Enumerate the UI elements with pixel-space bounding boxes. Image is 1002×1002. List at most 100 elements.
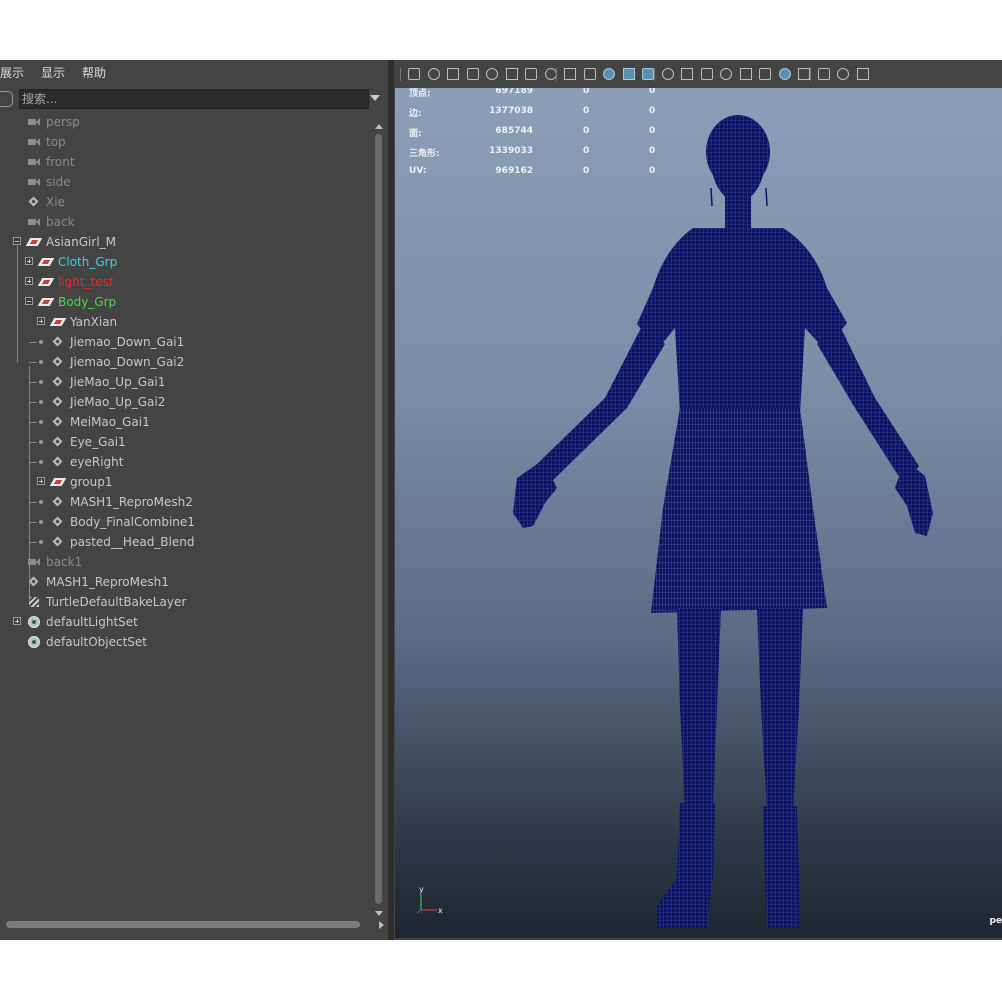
wireframe-icon[interactable] (603, 68, 615, 80)
tree-connector-line (29, 502, 37, 503)
outliner-item[interactable]: YanXian (0, 312, 370, 332)
layout-icon[interactable] (837, 68, 849, 80)
outliner-item[interactable]: side (0, 172, 370, 192)
set-icon (28, 616, 40, 628)
outliner-item-label: light_test (58, 275, 114, 289)
grid-icon[interactable] (486, 68, 498, 80)
outliner-item[interactable]: back (0, 212, 370, 232)
outliner-item-label: MASH1_ReproMesh2 (70, 495, 193, 509)
expand-icon[interactable] (25, 277, 33, 285)
outliner-item-label: Jiemao_Down_Gai2 (70, 355, 185, 369)
outliner-item[interactable]: Cloth_Grp (0, 252, 370, 272)
horizontal-scrollbar-thumb[interactable] (6, 921, 360, 928)
outliner-item[interactable]: persp (0, 112, 370, 132)
outliner-item-label: pasted__Head_Blend (70, 535, 195, 549)
outliner-item[interactable]: Body_Grp (0, 292, 370, 312)
tree-connector-line (29, 382, 37, 383)
lights-icon[interactable] (681, 68, 693, 80)
model-earring-left (710, 187, 713, 207)
expand-icon[interactable] (37, 317, 45, 325)
axis-x-label: x (438, 906, 443, 915)
scroll-up-arrow-icon[interactable] (375, 124, 383, 129)
outliner-item[interactable]: MeiMao_Gai1 (0, 412, 370, 432)
outliner-item[interactable]: Body_FinalCombine1 (0, 512, 370, 532)
outliner-item[interactable]: back1 (0, 552, 370, 572)
mesh-icon (52, 456, 64, 468)
mesh-icon (52, 516, 64, 528)
camera-icon[interactable] (408, 68, 420, 80)
outliner-item[interactable]: Jiemao_Down_Gai2 (0, 352, 370, 372)
outliner-item[interactable]: defaultLightSet (0, 612, 370, 632)
outliner-item-label: Xie (46, 195, 65, 209)
tree-connector-line (29, 442, 37, 443)
film-gate-icon[interactable] (505, 68, 518, 80)
vertical-scrollbar[interactable] (374, 124, 384, 916)
expand-icon[interactable] (13, 617, 21, 625)
chevron-down-icon[interactable] (370, 95, 380, 101)
isolate-select-icon[interactable] (759, 68, 771, 80)
outliner-item[interactable]: Xie (0, 192, 370, 212)
field-chart-icon[interactable] (564, 68, 576, 80)
image-plane-icon[interactable] (466, 68, 479, 80)
leaf-node-dot-icon (39, 380, 43, 384)
outliner-item[interactable]: light_test (0, 272, 370, 292)
outliner-item[interactable]: eyeRight (0, 452, 370, 472)
camera-attr-icon[interactable] (427, 68, 440, 80)
scroll-down-arrow-icon[interactable] (375, 911, 383, 916)
safe-action-icon[interactable] (583, 68, 596, 80)
ambient-occlusion-icon[interactable] (720, 68, 732, 80)
outliner-item[interactable]: TurtleDefaultBakeLayer (0, 592, 370, 612)
outliner-item[interactable]: pasted__Head_Blend (0, 532, 370, 552)
tree-connector-line (29, 422, 37, 423)
outliner-item[interactable]: top (0, 132, 370, 152)
outliner-item[interactable]: MASH1_ReproMesh1 (0, 572, 370, 592)
outliner-item-label: front (46, 155, 75, 169)
outliner-item[interactable]: JieMao_Up_Gai1 (0, 372, 370, 392)
outliner-item[interactable]: front (0, 152, 370, 172)
model-left-arm (535, 320, 665, 486)
camera-icon (28, 136, 40, 148)
menu-item-show[interactable]: 显示 (41, 60, 65, 86)
collapse-icon[interactable] (25, 297, 33, 305)
xray-components-icon[interactable] (817, 68, 830, 80)
mesh-icon (52, 356, 64, 368)
outliner-item[interactable]: Jiemao_Down_Gai1 (0, 332, 370, 352)
xray-joints-icon[interactable] (798, 68, 810, 80)
search-input[interactable] (19, 89, 369, 109)
outliner-item[interactable]: group1 (0, 472, 370, 492)
viewport-3d[interactable]: 顶点: 697189 0 0 边: 1377038 0 0 面: 685744 0 0 三角形: 1339… (395, 88, 1002, 938)
xray-icon[interactable] (778, 68, 791, 80)
menu-item-display-show[interactable]: 展示 (0, 60, 24, 86)
viewport-toolbar (394, 60, 1002, 88)
motion-blur-icon[interactable] (739, 68, 752, 80)
outliner-item[interactable]: Eye_Gai1 (0, 432, 370, 452)
model-torso (637, 228, 847, 413)
gate-mask-icon[interactable] (544, 68, 557, 80)
expand-icon[interactable] (25, 257, 33, 265)
horizontal-scrollbar[interactable] (0, 920, 384, 930)
expand-icon[interactable] (37, 477, 45, 485)
outliner-item[interactable]: defaultObjectSet (0, 632, 370, 652)
scroll-right-arrow-icon[interactable] (379, 921, 384, 929)
bookmark-icon[interactable] (447, 68, 459, 80)
tree-connector-line (17, 246, 18, 362)
outliner-item[interactable]: MASH1_ReproMesh2 (0, 492, 370, 512)
collapse-icon[interactable] (13, 237, 21, 245)
vertical-scrollbar-thumb[interactable] (375, 134, 382, 904)
outliner-item[interactable]: AsianGirl_M (0, 232, 370, 252)
smooth-shade-icon[interactable] (622, 68, 635, 80)
mesh-icon (52, 436, 64, 448)
outliner-item[interactable]: JieMao_Up_Gai2 (0, 392, 370, 412)
character-wireframe-model[interactable] (395, 88, 1002, 938)
menu-item-help[interactable]: 帮助 (82, 60, 106, 86)
outliner-item-label: TurtleDefaultBakeLayer (46, 595, 187, 609)
outliner-item-label: AsianGirl_M (46, 235, 117, 249)
outliner-item-label: JieMao_Up_Gai1 (70, 375, 166, 389)
textured-icon[interactable] (661, 68, 674, 80)
panel-icon[interactable] (856, 68, 869, 80)
resolution-gate-icon[interactable] (525, 68, 537, 80)
search-options-icon[interactable] (0, 91, 13, 107)
outliner-item-label: defaultObjectSet (46, 635, 148, 649)
shadows-icon[interactable] (700, 68, 713, 80)
wireframe-on-shaded-icon[interactable] (642, 68, 654, 80)
